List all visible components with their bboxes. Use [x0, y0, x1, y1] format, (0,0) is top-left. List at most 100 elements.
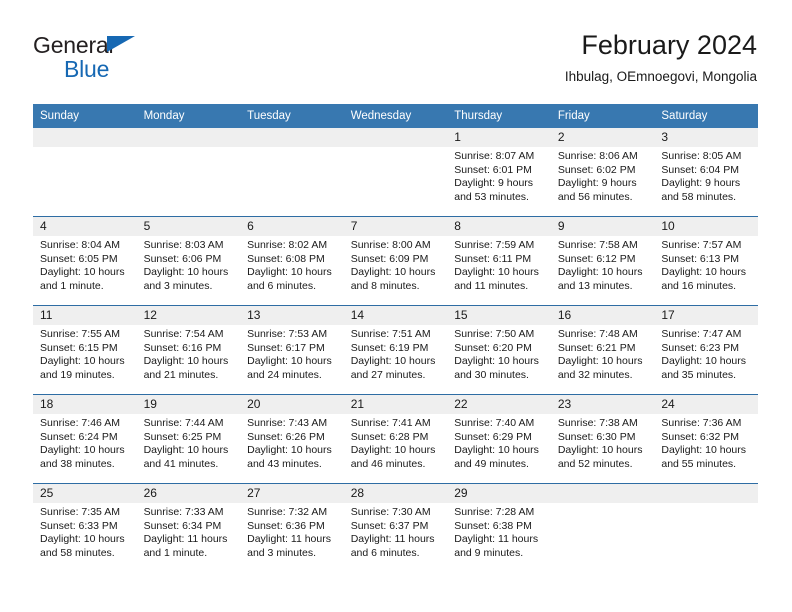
- calendar-table: Sunday Monday Tuesday Wednesday Thursday…: [33, 104, 758, 572]
- day-details: [137, 147, 241, 150]
- sunrise-text: Sunrise: 7:50 AM: [454, 328, 535, 340]
- sunset-text: Sunset: 6:24 PM: [40, 430, 118, 443]
- weekday-header-thursday: Thursday: [447, 104, 551, 128]
- sunrise-text: Sunrise: 7:40 AM: [454, 417, 535, 429]
- sunset-text: Sunset: 6:26 PM: [247, 430, 325, 443]
- sunset-text: Sunset: 6:12 PM: [557, 252, 636, 265]
- sunset-text: Sunset: 6:28 PM: [350, 430, 429, 443]
- sunrise-text: Sunrise: 7:59 AM: [454, 239, 535, 251]
- sunset-text: Sunset: 6:20 PM: [454, 341, 532, 354]
- calendar-day-cell[interactable]: 5 Sunrise: 8:03 AM Sunset: 6:06 PM Daylight…: [136, 216, 241, 306]
- day-number: 8: [447, 217, 551, 236]
- calendar-day-cell[interactable]: 28 Sunrise: 7:30 AM Sunset: 6:37 PM Dayligh…: [343, 483, 448, 572]
- day-number: 28: [343, 484, 448, 503]
- day-number: 16: [550, 306, 655, 325]
- calendar-day-cell[interactable]: 27 Sunrise: 7:32 AM Sunset: 6:36 PM Dayligh…: [240, 483, 344, 572]
- day-number: 24: [654, 395, 758, 414]
- daylight-text-line2: and 24 minutes.: [247, 368, 322, 381]
- general-blue-logo[interactable]: General Blue: [33, 32, 213, 88]
- calendar-day-cell[interactable]: 24 Sunrise: 7:36 AM Sunset: 6:32 PM Dayligh…: [654, 394, 758, 484]
- daylight-text-line2: and 32 minutes.: [557, 368, 633, 381]
- day-number: 19: [136, 395, 241, 414]
- calendar-day-cell[interactable]: 9 Sunrise: 7:58 AM Sunset: 6:12 PM Daylight…: [550, 216, 655, 306]
- day-details: [240, 147, 344, 150]
- daylight-text-line2: and 43 minutes.: [247, 457, 322, 470]
- sunrise-text: Sunrise: 7:32 AM: [247, 506, 328, 518]
- daylight-text-line1: Daylight: 11 hours: [247, 533, 331, 546]
- calendar-cell-empty: [240, 128, 344, 217]
- calendar-day-cell[interactable]: 19 Sunrise: 7:44 AM Sunset: 6:25 PM Dayligh…: [136, 394, 241, 484]
- sunset-text: Sunset: 6:36 PM: [247, 519, 325, 532]
- sunset-text: Sunset: 6:13 PM: [661, 252, 740, 265]
- sunrise-text: Sunrise: 7:58 AM: [557, 239, 638, 251]
- calendar-day-cell[interactable]: 29 Sunrise: 7:28 AM Sunset: 6:38 PM Dayligh…: [447, 483, 551, 572]
- daylight-text-line2: and 58 minutes.: [661, 190, 737, 203]
- day-number: 18: [33, 395, 137, 414]
- day-details: Sunrise: 7:44 AM Sunset: 6:25 PM Daylight:…: [137, 414, 241, 471]
- calendar-day-cell[interactable]: 12 Sunrise: 7:54 AM Sunset: 6:16 PM Dayligh…: [136, 305, 241, 395]
- sunrise-text: Sunrise: 7:46 AM: [40, 417, 120, 429]
- triangle-icon: [107, 36, 135, 52]
- calendar-day-cell[interactable]: 23 Sunrise: 7:38 AM Sunset: 6:30 PM Dayligh…: [550, 394, 655, 484]
- calendar-day-cell[interactable]: 17 Sunrise: 7:47 AM Sunset: 6:23 PM Dayligh…: [654, 305, 758, 395]
- day-number: 4: [33, 217, 137, 236]
- daylight-text-line1: Daylight: 9 hours: [557, 177, 637, 190]
- daylight-text-line1: Daylight: 11 hours: [454, 533, 539, 546]
- daylight-text-line1: Daylight: 10 hours: [247, 355, 332, 368]
- day-number: 25: [33, 484, 137, 503]
- sunrise-text: Sunrise: 7:43 AM: [247, 417, 328, 429]
- daylight-text-line2: and 46 minutes.: [350, 457, 426, 470]
- calendar-cell-empty: [550, 483, 655, 572]
- day-details: Sunrise: 7:54 AM Sunset: 6:16 PM Daylight:…: [137, 325, 241, 382]
- sunset-text: Sunset: 6:30 PM: [557, 430, 636, 443]
- day-details: Sunrise: 7:46 AM Sunset: 6:24 PM Daylight:…: [33, 414, 137, 471]
- calendar-day-cell[interactable]: 3 Sunrise: 8:05 AM Sunset: 6:04 PM Daylight…: [654, 128, 758, 217]
- daylight-text-line1: Daylight: 10 hours: [350, 444, 436, 457]
- day-details: Sunrise: 8:07 AM Sunset: 6:01 PM Daylight:…: [447, 147, 551, 204]
- daylight-text-line1: Daylight: 10 hours: [143, 266, 229, 279]
- calendar-day-cell[interactable]: 25 Sunrise: 7:35 AM Sunset: 6:33 PM Dayligh…: [33, 483, 137, 572]
- sunrise-text: Sunrise: 8:06 AM: [557, 150, 638, 162]
- sunset-text: Sunset: 6:04 PM: [661, 163, 740, 176]
- calendar-day-cell[interactable]: 10 Sunrise: 7:57 AM Sunset: 6:13 PM Dayligh…: [654, 216, 758, 306]
- day-details: Sunrise: 8:02 AM Sunset: 6:08 PM Daylight:…: [240, 236, 344, 293]
- day-details: Sunrise: 7:59 AM Sunset: 6:11 PM Daylight:…: [447, 236, 551, 293]
- day-details: Sunrise: 7:33 AM Sunset: 6:34 PM Daylight:…: [137, 503, 241, 560]
- weekday-header-saturday: Saturday: [654, 104, 758, 128]
- day-details: Sunrise: 7:47 AM Sunset: 6:23 PM Daylight:…: [654, 325, 758, 382]
- calendar-day-cell[interactable]: 2 Sunrise: 8:06 AM Sunset: 6:02 PM Daylight…: [550, 128, 655, 217]
- day-details: Sunrise: 7:40 AM Sunset: 6:29 PM Daylight:…: [447, 414, 551, 471]
- day-details: Sunrise: 7:41 AM Sunset: 6:28 PM Daylight:…: [344, 414, 448, 471]
- logo-word-general: General: [33, 32, 114, 58]
- calendar-day-cell[interactable]: 15 Sunrise: 7:50 AM Sunset: 6:20 PM Dayligh…: [447, 305, 551, 395]
- calendar-day-cell[interactable]: 20 Sunrise: 7:43 AM Sunset: 6:26 PM Dayligh…: [240, 394, 344, 484]
- calendar-day-cell[interactable]: 22 Sunrise: 7:40 AM Sunset: 6:29 PM Dayligh…: [447, 394, 551, 484]
- daylight-text-line2: and 13 minutes.: [557, 279, 633, 292]
- calendar-day-cell[interactable]: 21 Sunrise: 7:41 AM Sunset: 6:28 PM Dayligh…: [343, 394, 448, 484]
- calendar-day-cell[interactable]: 26 Sunrise: 7:33 AM Sunset: 6:34 PM Dayligh…: [136, 483, 241, 572]
- daylight-text-line2: and 16 minutes.: [661, 279, 737, 292]
- calendar-day-cell[interactable]: 4 Sunrise: 8:04 AM Sunset: 6:05 PM Daylight…: [33, 216, 137, 306]
- sunset-text: Sunset: 6:06 PM: [143, 252, 222, 265]
- logo-line-one: General: [33, 32, 213, 58]
- calendar-day-cell[interactable]: 13 Sunrise: 7:53 AM Sunset: 6:17 PM Dayligh…: [240, 305, 344, 395]
- calendar-day-cell[interactable]: 1 Sunrise: 8:07 AM Sunset: 6:01 PM Daylight…: [447, 128, 551, 217]
- calendar-day-cell[interactable]: 11 Sunrise: 7:55 AM Sunset: 6:15 PM Dayligh…: [33, 305, 137, 395]
- sunrise-text: Sunrise: 8:05 AM: [661, 150, 742, 162]
- daylight-text-line2: and 6 minutes.: [247, 279, 317, 292]
- sunrise-text: Sunrise: 7:33 AM: [143, 506, 224, 518]
- sunrise-text: Sunrise: 7:55 AM: [40, 328, 120, 340]
- calendar-day-cell[interactable]: 8 Sunrise: 7:59 AM Sunset: 6:11 PM Daylight…: [447, 216, 551, 306]
- calendar-day-cell[interactable]: 16 Sunrise: 7:48 AM Sunset: 6:21 PM Dayligh…: [550, 305, 655, 395]
- daylight-text-line2: and 6 minutes.: [350, 546, 420, 559]
- daylight-text-line1: Daylight: 9 hours: [661, 177, 741, 190]
- calendar-day-cell[interactable]: 6 Sunrise: 8:02 AM Sunset: 6:08 PM Daylight…: [240, 216, 344, 306]
- calendar-day-cell[interactable]: 18 Sunrise: 7:46 AM Sunset: 6:24 PM Dayligh…: [33, 394, 137, 484]
- sunrise-text: Sunrise: 8:02 AM: [247, 239, 328, 251]
- calendar-day-cell[interactable]: 7 Sunrise: 8:00 AM Sunset: 6:09 PM Daylight…: [343, 216, 448, 306]
- daylight-text-line1: Daylight: 10 hours: [247, 266, 332, 279]
- day-number: [33, 128, 137, 147]
- calendar-day-cell[interactable]: 14 Sunrise: 7:51 AM Sunset: 6:19 PM Dayligh…: [343, 305, 448, 395]
- sunset-text: Sunset: 6:34 PM: [143, 519, 222, 532]
- logo-line-two: Blue: [33, 56, 213, 86]
